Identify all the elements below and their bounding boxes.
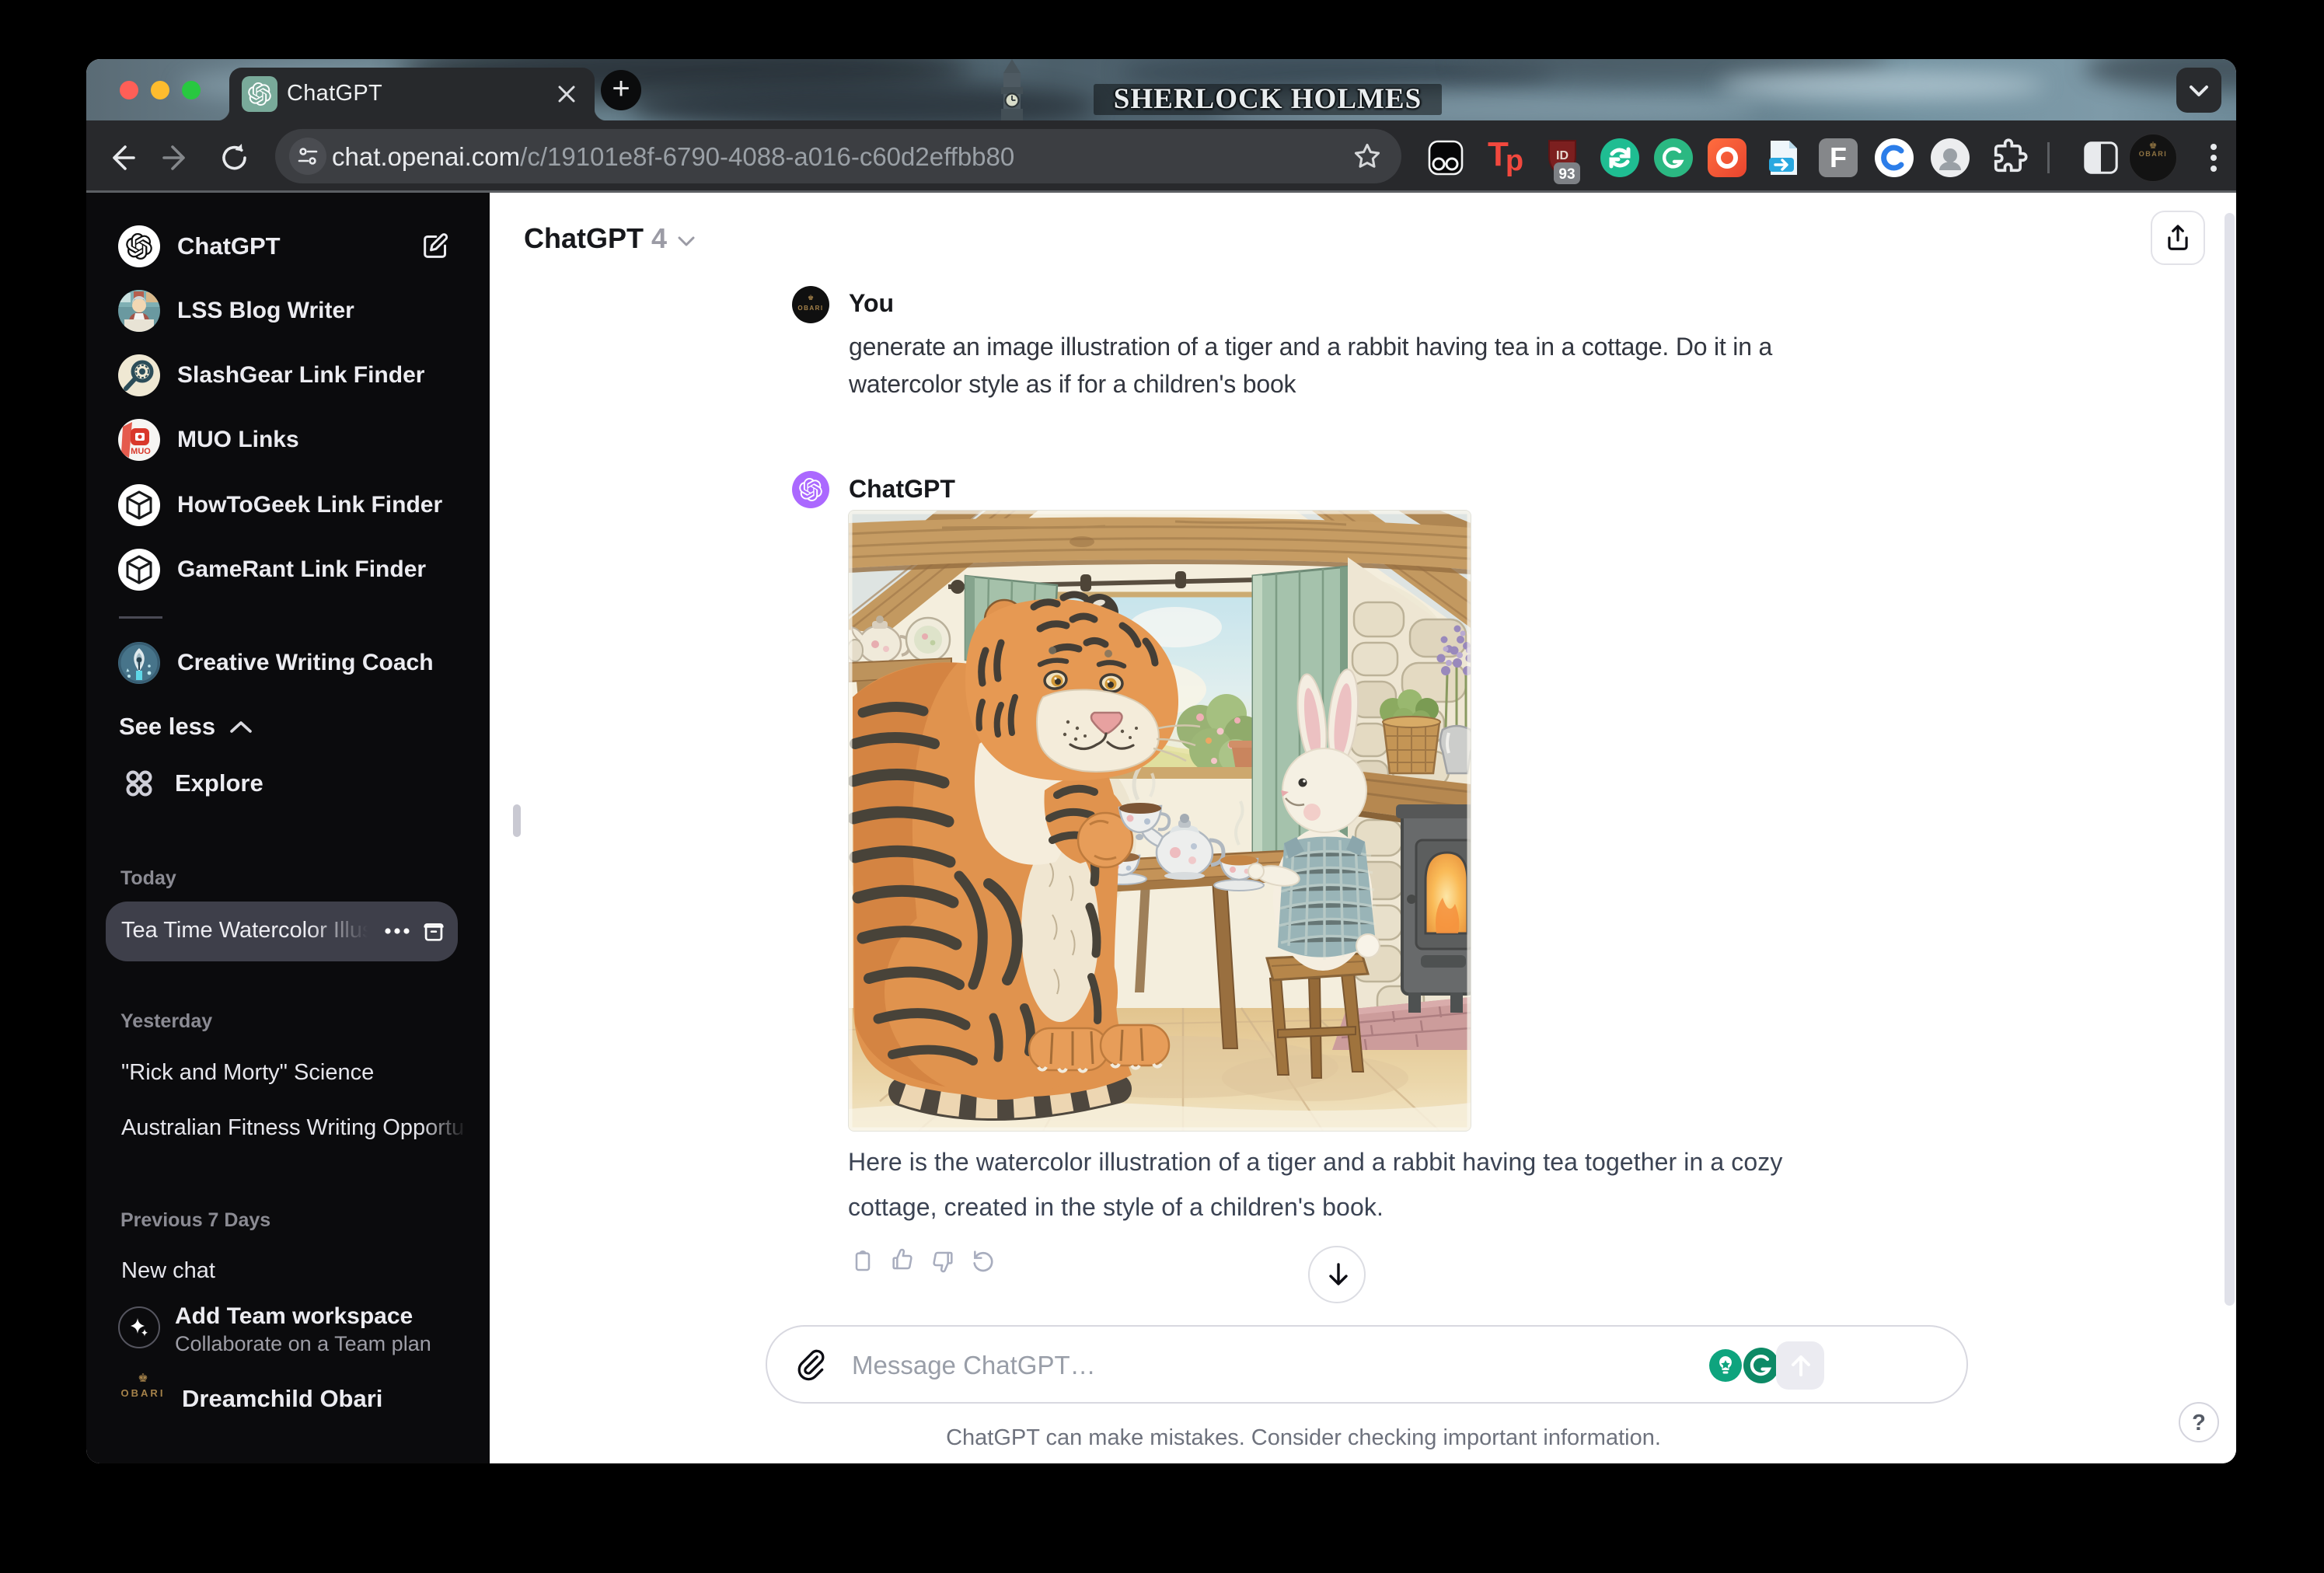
- svg-text:93: 93: [1558, 166, 1575, 183]
- svg-text:MUO: MUO: [131, 447, 151, 456]
- svg-text:ID: ID: [1556, 149, 1569, 162]
